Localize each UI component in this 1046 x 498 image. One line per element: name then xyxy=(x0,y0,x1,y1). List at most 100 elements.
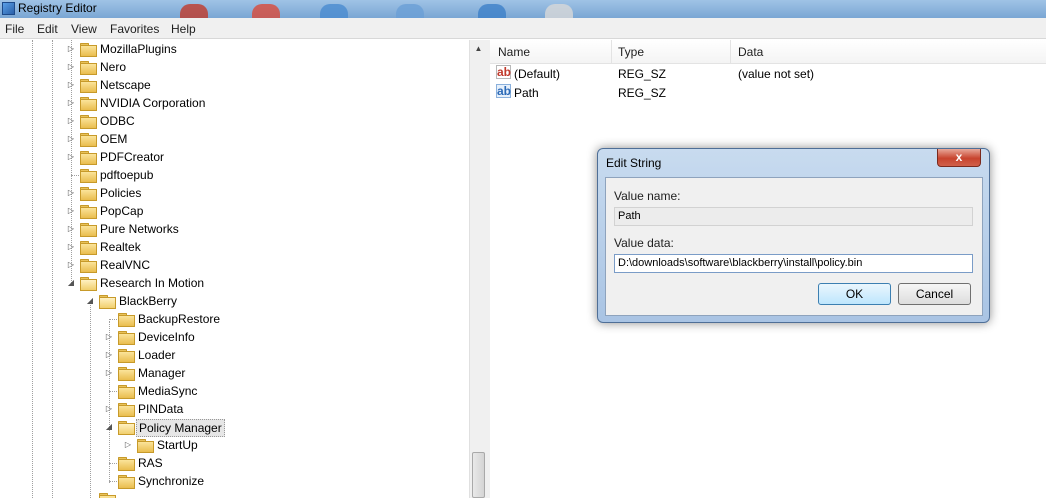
tree-item-label: StartUp xyxy=(157,438,198,452)
expand-arrow-icon[interactable]: ▷ xyxy=(66,220,76,238)
folder-icon xyxy=(80,240,97,255)
ok-button[interactable]: OK xyxy=(818,283,891,305)
expand-arrow-icon[interactable]: ▷ xyxy=(66,94,76,112)
tree-item-label: PDFCreator xyxy=(100,150,165,164)
collapse-arrow-icon[interactable]: ◢ xyxy=(66,274,76,292)
tree-item-label: pdftoepub xyxy=(100,168,154,182)
expand-arrow-icon[interactable]: ▷ xyxy=(66,256,76,274)
taskbar-glimpse-icon xyxy=(320,4,348,18)
taskbar-glimpse-icon xyxy=(252,4,280,18)
tree-item-label: NVIDIA Corporation xyxy=(100,96,206,110)
registry-tree[interactable]: ▷ MozillaPlugins ▷ Nero ▷ Netscape ▷ NVI… xyxy=(0,40,469,498)
taskbar-glimpse-icon xyxy=(180,4,208,18)
folder-icon xyxy=(80,96,97,111)
scroll-up-arrow-icon[interactable]: ▲ xyxy=(470,40,487,57)
value-type: REG_SZ xyxy=(618,67,667,81)
folder-icon xyxy=(80,204,97,219)
tree-item-label: Synchronize xyxy=(138,474,205,488)
folder-icon xyxy=(118,366,135,381)
menu-file[interactable]: File xyxy=(5,22,24,36)
value-name: (Default) xyxy=(514,67,561,81)
menu-favorites[interactable]: Favorites xyxy=(110,22,159,36)
folder-icon xyxy=(80,150,97,165)
menu-help[interactable]: Help xyxy=(171,22,196,36)
folder-icon xyxy=(118,474,135,489)
open-folder-icon xyxy=(118,420,135,435)
tree-guide-line xyxy=(90,303,91,498)
menu-edit[interactable]: Edit xyxy=(37,22,58,36)
folder-icon xyxy=(80,114,97,129)
taskbar-glimpse-icon xyxy=(396,4,424,18)
tree-item-label: Netscape xyxy=(100,78,151,92)
scrollbar-thumb[interactable] xyxy=(472,452,485,498)
collapse-arrow-icon[interactable]: ◢ xyxy=(104,418,114,436)
folder-icon xyxy=(118,348,135,363)
expand-arrow-icon[interactable]: ▷ xyxy=(104,400,114,418)
value-data: (value not set) xyxy=(738,67,815,81)
tree-item-label: Realtek xyxy=(100,240,141,254)
tree-item-label: Nero xyxy=(100,60,127,74)
list-row-path[interactable]: ab Path REG_SZ xyxy=(490,84,1046,103)
expand-arrow-icon[interactable]: ▷ xyxy=(66,184,76,202)
list-row-default[interactable]: ab (Default) REG_SZ (value not set) xyxy=(490,65,1046,84)
folder-icon xyxy=(80,258,97,273)
edit-string-dialog: Edit String x Value name: Path Value dat… xyxy=(597,148,990,323)
expand-arrow-icon[interactable]: ▷ xyxy=(104,346,114,364)
folder-icon xyxy=(80,60,97,75)
tree-guide-line xyxy=(109,319,117,320)
tree-item-label: Research In Motion xyxy=(100,276,205,290)
expand-arrow-icon[interactable]: ▷ xyxy=(104,364,114,382)
tree-item-label: RealVNC xyxy=(100,258,151,272)
expand-arrow-icon[interactable]: ▷ xyxy=(66,58,76,76)
dialog-body: Value name: Path Value data: D:\download… xyxy=(605,177,983,316)
value-data-label: Value data: xyxy=(614,236,674,250)
tree-guide-line xyxy=(32,40,33,498)
expand-arrow-icon[interactable]: ▷ xyxy=(104,328,114,346)
tree-item-label-selected: Policy Manager xyxy=(136,419,225,437)
window-title: Registry Editor xyxy=(18,1,97,15)
tree-scrollbar[interactable]: ▲ xyxy=(469,40,486,498)
expand-arrow-icon[interactable]: ▷ xyxy=(66,130,76,148)
string-value-selected-icon: ab xyxy=(496,84,512,98)
tree-item-label: BackupRestore xyxy=(138,312,221,326)
menu-bar: File Edit View Favorites Help xyxy=(0,18,1046,39)
column-header-data[interactable]: Data xyxy=(738,45,763,59)
title-bar: Registry Editor xyxy=(0,0,1046,18)
value-type: REG_SZ xyxy=(618,86,667,100)
tree-item-label: ODBC xyxy=(100,114,135,128)
expand-arrow-icon[interactable]: ▷ xyxy=(123,436,133,454)
expand-arrow-icon[interactable]: ▷ xyxy=(66,202,76,220)
expand-arrow-icon[interactable]: ▷ xyxy=(66,112,76,130)
expand-arrow-icon[interactable]: ▷ xyxy=(66,76,76,94)
expand-arrow-icon[interactable]: ▷ xyxy=(66,148,76,166)
folder-icon xyxy=(118,402,135,417)
folder-icon xyxy=(80,78,97,93)
tree-guide-line xyxy=(71,175,79,176)
value-name-field: Path xyxy=(614,207,973,226)
value-data-input[interactable]: D:\downloads\software\blackberry\install… xyxy=(614,254,973,273)
tree-item-label: RAS xyxy=(138,456,163,470)
folder-icon xyxy=(80,186,97,201)
folder-icon xyxy=(99,492,116,498)
tree-item-label: OEM xyxy=(100,132,128,146)
folder-icon xyxy=(118,312,135,327)
tree-item-label: BlackBerry xyxy=(119,294,178,308)
value-name-label: Value name: xyxy=(614,189,681,203)
expand-arrow-icon[interactable]: ▷ xyxy=(66,238,76,256)
column-header-type[interactable]: Type xyxy=(618,45,644,59)
list-header: Name Type Data xyxy=(490,40,1046,64)
column-divider[interactable] xyxy=(611,40,612,64)
expand-arrow-icon[interactable]: ▷ xyxy=(66,40,76,58)
tree-guide-line xyxy=(109,391,117,392)
cancel-button[interactable]: Cancel xyxy=(898,283,971,305)
column-header-name[interactable]: Name xyxy=(498,45,530,59)
close-icon[interactable]: x xyxy=(937,149,981,167)
folder-icon xyxy=(137,438,154,453)
collapse-arrow-icon[interactable]: ◢ xyxy=(85,292,95,310)
registry-editor-icon xyxy=(2,2,15,15)
tree-item-label: MozillaPlugins xyxy=(100,42,177,56)
dialog-title: Edit String xyxy=(606,156,662,170)
menu-view[interactable]: View xyxy=(71,22,97,36)
column-divider[interactable] xyxy=(730,40,731,64)
tree-item-label: Policies xyxy=(100,186,142,200)
